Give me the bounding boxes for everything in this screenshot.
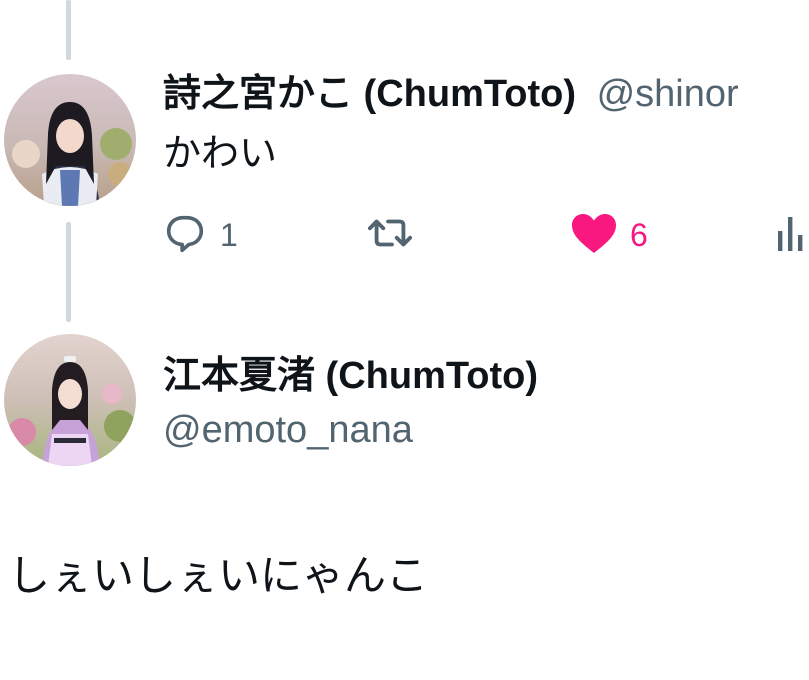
main-author-name-row: 江本夏渚 (ChumToto) <box>163 354 538 398</box>
main-author-avatar[interactable] <box>4 334 136 466</box>
main-author-handle-row: @emoto_nana <box>163 408 413 452</box>
retweet-icon <box>364 210 416 261</box>
reply-bubble-icon <box>162 210 208 261</box>
views-button[interactable] <box>776 210 809 260</box>
main-tweet-text: しぇいしぇいにゃんこ <box>8 552 429 599</box>
like-count: 6 <box>630 216 648 253</box>
reply-button[interactable]: 1 <box>162 210 238 260</box>
main-author-handle[interactable]: @emoto_nana <box>163 409 413 451</box>
reply-author-row: 詩之宮かこ (ChumToto) @shinor <box>163 72 739 116</box>
thread-line-middle <box>66 222 71 322</box>
main-author-name[interactable]: 江本夏渚 (ChumToto) <box>163 355 538 397</box>
thread-line-top <box>66 0 71 60</box>
reply-author-name[interactable]: 詩之宮かこ (ChumToto) <box>163 73 576 115</box>
bar-chart-icon <box>776 213 806 258</box>
reply-author-handle[interactable]: @shinor <box>597 73 739 115</box>
reply-author-avatar[interactable] <box>4 74 136 206</box>
heart-icon <box>570 211 618 260</box>
like-button[interactable]: 6 <box>570 210 648 260</box>
retweet-button[interactable] <box>364 210 428 260</box>
reply-tweet-text: かわい <box>163 133 278 175</box>
reply-count: 1 <box>220 216 238 253</box>
